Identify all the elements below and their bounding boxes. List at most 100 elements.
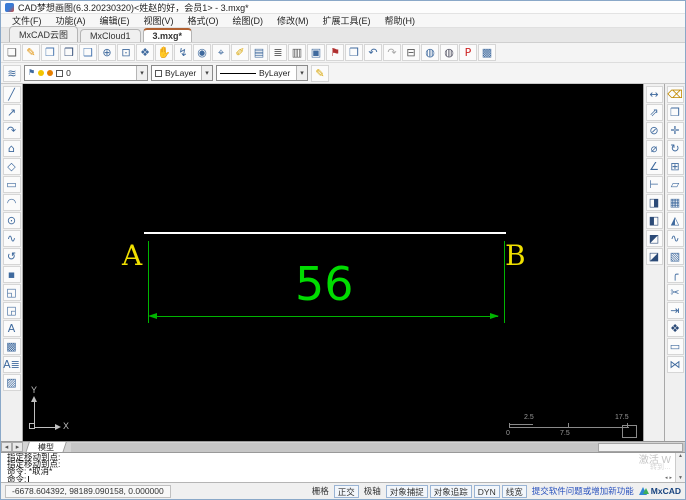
draw-order-above[interactable]: ◩: [645, 230, 663, 247]
zoom-window[interactable]: ⊡: [117, 44, 135, 61]
open-folder[interactable]: ❒: [60, 44, 78, 61]
zoom-dynamic[interactable]: ↯: [174, 44, 192, 61]
draw-polygon-irregular[interactable]: ◇: [2, 158, 21, 175]
dim-radius[interactable]: ⌀: [645, 140, 663, 157]
insert-image[interactable]: ▩: [2, 338, 21, 355]
color-combo[interactable]: ByLayer ▾: [151, 65, 213, 81]
move[interactable]: ✛: [666, 122, 684, 139]
zoom-extents[interactable]: ❖: [136, 44, 154, 61]
draw-order-back[interactable]: ◧: [645, 212, 663, 229]
toggle-grid[interactable]: 栅格: [309, 485, 332, 498]
toggle-osnap[interactable]: 对象捕捉: [385, 484, 428, 498]
draw-hatch[interactable]: ▨: [2, 374, 21, 391]
menu-item[interactable]: 修改(M): [270, 14, 316, 27]
command-prompt-line[interactable]: 命令:: [7, 474, 673, 482]
region[interactable]: ▭: [666, 338, 684, 355]
tab-scroll-right-icon[interactable]: ▸: [12, 442, 23, 452]
drawing-canvas[interactable]: A B 56 Y X 2.5 17.5 0 7.5: [23, 84, 643, 441]
tab-3mxg[interactable]: 3.mxg*: [142, 28, 193, 42]
pan[interactable]: ✋: [155, 44, 173, 61]
find[interactable]: ⌖: [212, 44, 230, 61]
dim-angular[interactable]: ∠: [645, 158, 663, 175]
insert-block[interactable]: ◱: [2, 284, 21, 301]
erase[interactable]: ⌫: [666, 86, 684, 103]
toggle-ortho[interactable]: 正交: [333, 484, 359, 498]
join[interactable]: ⋈: [666, 356, 684, 373]
mirror[interactable]: ◭: [666, 212, 684, 229]
rotate[interactable]: ↻: [666, 140, 684, 157]
draw-polygon[interactable]: ⌂: [2, 140, 21, 157]
draw-circle[interactable]: ⊙: [2, 212, 21, 229]
image-export[interactable]: ▩: [478, 44, 496, 61]
tab-scroll-left-icon[interactable]: ◂: [1, 442, 12, 452]
polyline-edit[interactable]: ∿: [666, 230, 684, 247]
layers-manager-button[interactable]: ≋: [3, 64, 21, 82]
edit-text[interactable]: ✐: [231, 44, 249, 61]
save[interactable]: ❐: [41, 44, 59, 61]
tab-mxcloud1[interactable]: MxCloud1: [80, 29, 141, 42]
display-config[interactable]: ▣: [307, 44, 325, 61]
layer-combo[interactable]: ⚑ 0 ▾: [24, 65, 148, 81]
undo[interactable]: ↶: [364, 44, 382, 61]
trim[interactable]: ✂: [666, 284, 684, 301]
redo[interactable]: ↷: [383, 44, 401, 61]
scale[interactable]: ⊞: [666, 158, 684, 175]
menu-item[interactable]: 绘图(D): [226, 14, 271, 27]
dim-linear[interactable]: ↔: [645, 86, 663, 103]
dim-aligned[interactable]: ⇗: [645, 104, 663, 121]
draw-rectangle[interactable]: ▭: [2, 176, 21, 193]
canvas-horizontal-scrollbar[interactable]: [71, 442, 685, 452]
toggle-otrack[interactable]: 对象追踪: [429, 484, 472, 498]
menu-item[interactable]: 视图(V): [137, 14, 181, 27]
match-properties-button[interactable]: ✎: [311, 64, 329, 82]
boundary[interactable]: ▧: [666, 248, 684, 265]
dim-diameter[interactable]: ⊘: [645, 122, 663, 139]
web[interactable]: ◍: [421, 44, 439, 61]
notebook[interactable]: ▥: [288, 44, 306, 61]
draw-revision-cloud[interactable]: ↺: [2, 248, 21, 265]
offset[interactable]: ▱: [666, 176, 684, 193]
draw-point[interactable]: ▪: [2, 266, 21, 283]
attribute-text[interactable]: A≣: [2, 356, 21, 373]
open-edit[interactable]: ✎: [22, 44, 40, 61]
new-file[interactable]: ❏: [3, 44, 21, 61]
scroll-up-icon[interactable]: ▲: [678, 453, 683, 460]
menu-item[interactable]: 编辑(E): [93, 14, 137, 27]
dimension-line[interactable]: [154, 316, 498, 317]
tab-mxcad-cloud[interactable]: MxCAD云图: [9, 26, 78, 42]
print[interactable]: ⊟: [402, 44, 420, 61]
draw-polyline-arc[interactable]: ↷: [2, 122, 21, 139]
menu-item[interactable]: 帮助(H): [378, 14, 423, 27]
array[interactable]: ▦: [666, 194, 684, 211]
pdf-export[interactable]: P: [459, 44, 477, 61]
scrollbar-thumb[interactable]: [598, 442, 683, 452]
dim-baseline[interactable]: ⊢: [645, 176, 663, 193]
draw-order-front[interactable]: ◨: [645, 194, 663, 211]
property-table[interactable]: ▤: [250, 44, 268, 61]
command-vertical-scrollbar[interactable]: ▲ ▼: [675, 453, 685, 482]
save-as[interactable]: ❑: [79, 44, 97, 61]
zoom-circle[interactable]: ◉: [193, 44, 211, 61]
command-window[interactable]: 指定移动到点: 指定移动到点: 命令: *取消* 命令: 激活 W 转到… ▲ ▼ ◂…: [1, 452, 685, 482]
publish[interactable]: ❐: [345, 44, 363, 61]
draw-order-below[interactable]: ◪: [645, 248, 663, 265]
draw-spline[interactable]: ∿: [2, 230, 21, 247]
draw-arc[interactable]: ◠: [2, 194, 21, 211]
toggle-dyn[interactable]: DYN: [473, 484, 500, 498]
toggle-lineweight[interactable]: 线宽: [501, 484, 527, 498]
command-horizontal-scrollbar[interactable]: ◂▸: [665, 475, 674, 482]
toggle-polar[interactable]: 极轴: [361, 485, 384, 498]
scroll-down-icon[interactable]: ▼: [678, 475, 683, 482]
menu-item[interactable]: 格式(O): [181, 14, 226, 27]
zoom-in[interactable]: ⊕: [98, 44, 116, 61]
draw-ray[interactable]: ↗: [2, 104, 21, 121]
text-style[interactable]: ≣: [269, 44, 287, 61]
extend[interactable]: ⇥: [666, 302, 684, 319]
linetype-combo[interactable]: ByLayer ▾: [216, 65, 308, 81]
menu-item[interactable]: 扩展工具(E): [316, 14, 378, 27]
drawn-line-segment[interactable]: [144, 232, 506, 234]
model-tab[interactable]: 模型: [25, 441, 67, 453]
copy[interactable]: ❐: [666, 104, 684, 121]
flag[interactable]: ⚑: [326, 44, 344, 61]
create-block[interactable]: ◲: [2, 302, 21, 319]
